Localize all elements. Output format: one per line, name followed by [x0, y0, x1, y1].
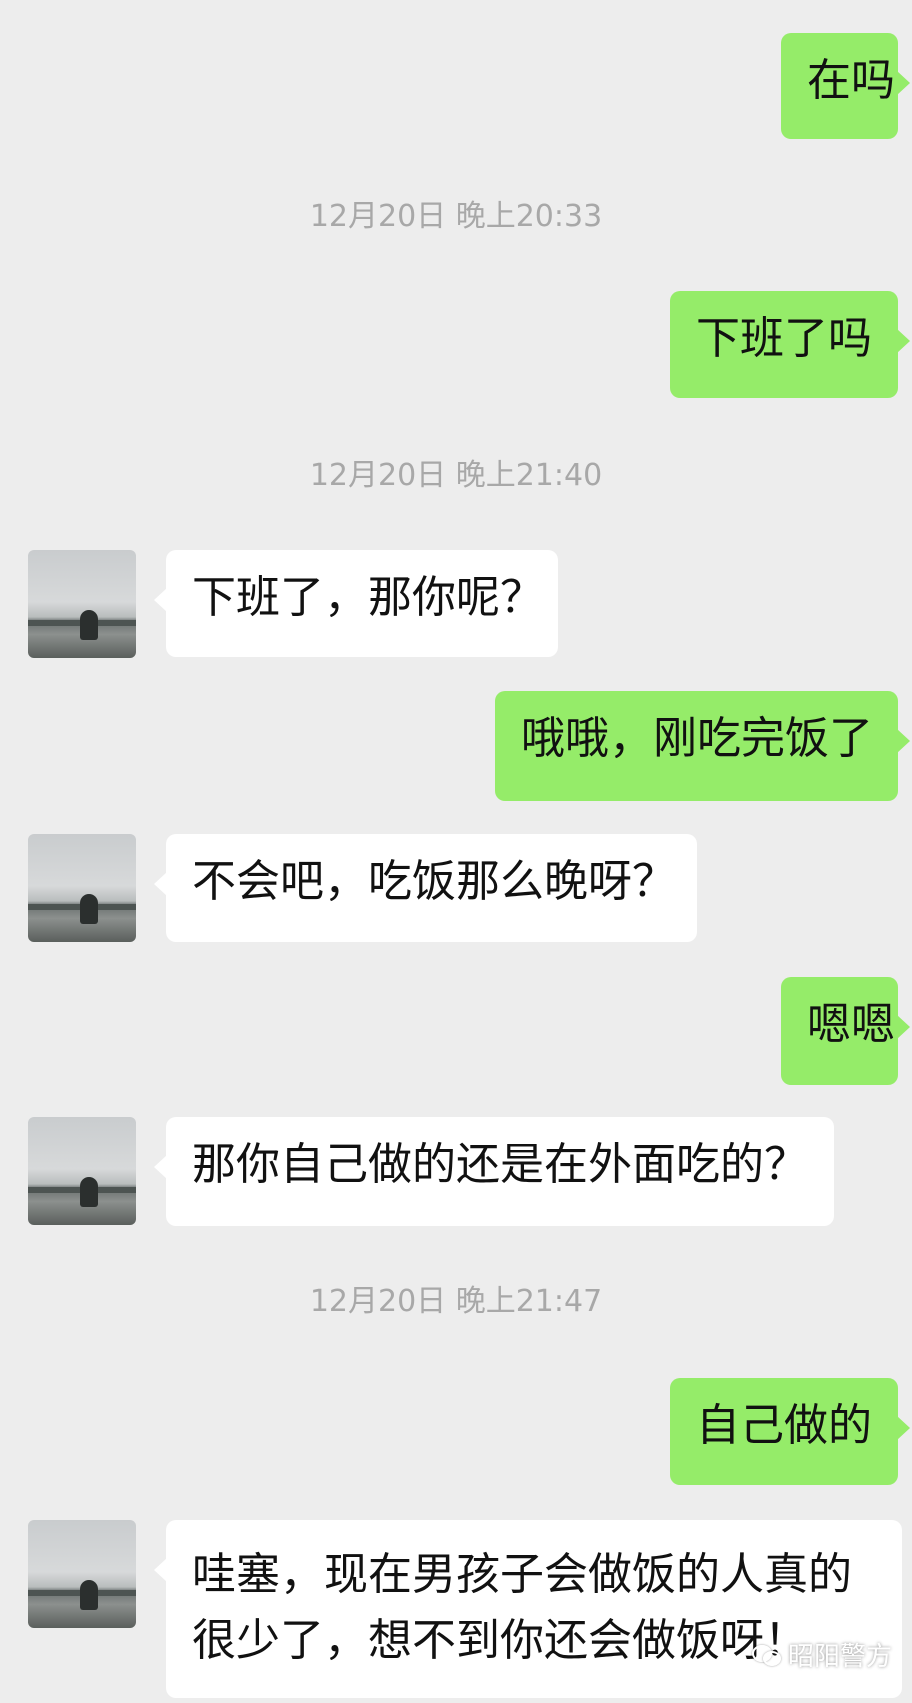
sent-message-bubble[interactable]: 在吗 — [781, 33, 910, 139]
avatar-figure — [80, 894, 98, 924]
message-text: 那你自己做的还是在外面吃的？ — [192, 1139, 808, 1190]
chat-window: 在吗 12月20日 晚上20:33 下班了吗 12月20日 晚上21:40 下班… — [0, 0, 912, 1703]
received-message-bubble[interactable]: 下班了，那你呢？ — [154, 550, 558, 657]
message-text: 自己做的 — [696, 1400, 872, 1451]
contact-avatar[interactable] — [28, 1520, 136, 1628]
watermark: 昭阳警方 — [751, 1636, 892, 1673]
sent-message-bubble[interactable]: 下班了吗 — [670, 291, 910, 398]
contact-avatar[interactable] — [28, 550, 136, 658]
message-text: 嗯嗯 — [807, 999, 895, 1050]
contact-avatar[interactable] — [28, 1117, 136, 1225]
message-text-line: 哇塞，现在男孩子会做饭的人真的 — [192, 1549, 852, 1600]
sent-message-bubble[interactable]: 自己做的 — [670, 1378, 910, 1485]
message-text: 在吗 — [807, 55, 895, 106]
received-message-bubble[interactable]: 那你自己做的还是在外面吃的？ — [154, 1117, 834, 1226]
wechat-icon — [751, 1643, 782, 1667]
avatar-figure — [80, 1580, 98, 1610]
avatar-figure — [80, 1177, 98, 1207]
contact-avatar[interactable] — [28, 834, 136, 942]
sent-message-bubble[interactable]: 嗯嗯 — [781, 977, 910, 1085]
message-text: 不会吧，吃饭那么晚呀？ — [192, 856, 676, 907]
timestamp: 12月20日 晚上21:40 — [309, 458, 603, 493]
timestamp: 12月20日 晚上20:33 — [309, 199, 603, 234]
message-text: 下班了吗 — [696, 313, 872, 364]
timestamp: 12月20日 晚上21:47 — [309, 1284, 603, 1319]
watermark-text: 昭阳警方 — [787, 1642, 892, 1672]
sent-message-bubble[interactable]: 哦哦，刚吃完饭了 — [495, 691, 910, 801]
avatar-figure — [80, 610, 98, 640]
message-text: 下班了，那你呢？ — [192, 572, 544, 623]
message-text: 哦哦，刚吃完饭了 — [521, 713, 873, 764]
received-message-bubble[interactable]: 不会吧，吃饭那么晚呀？ — [154, 834, 697, 942]
